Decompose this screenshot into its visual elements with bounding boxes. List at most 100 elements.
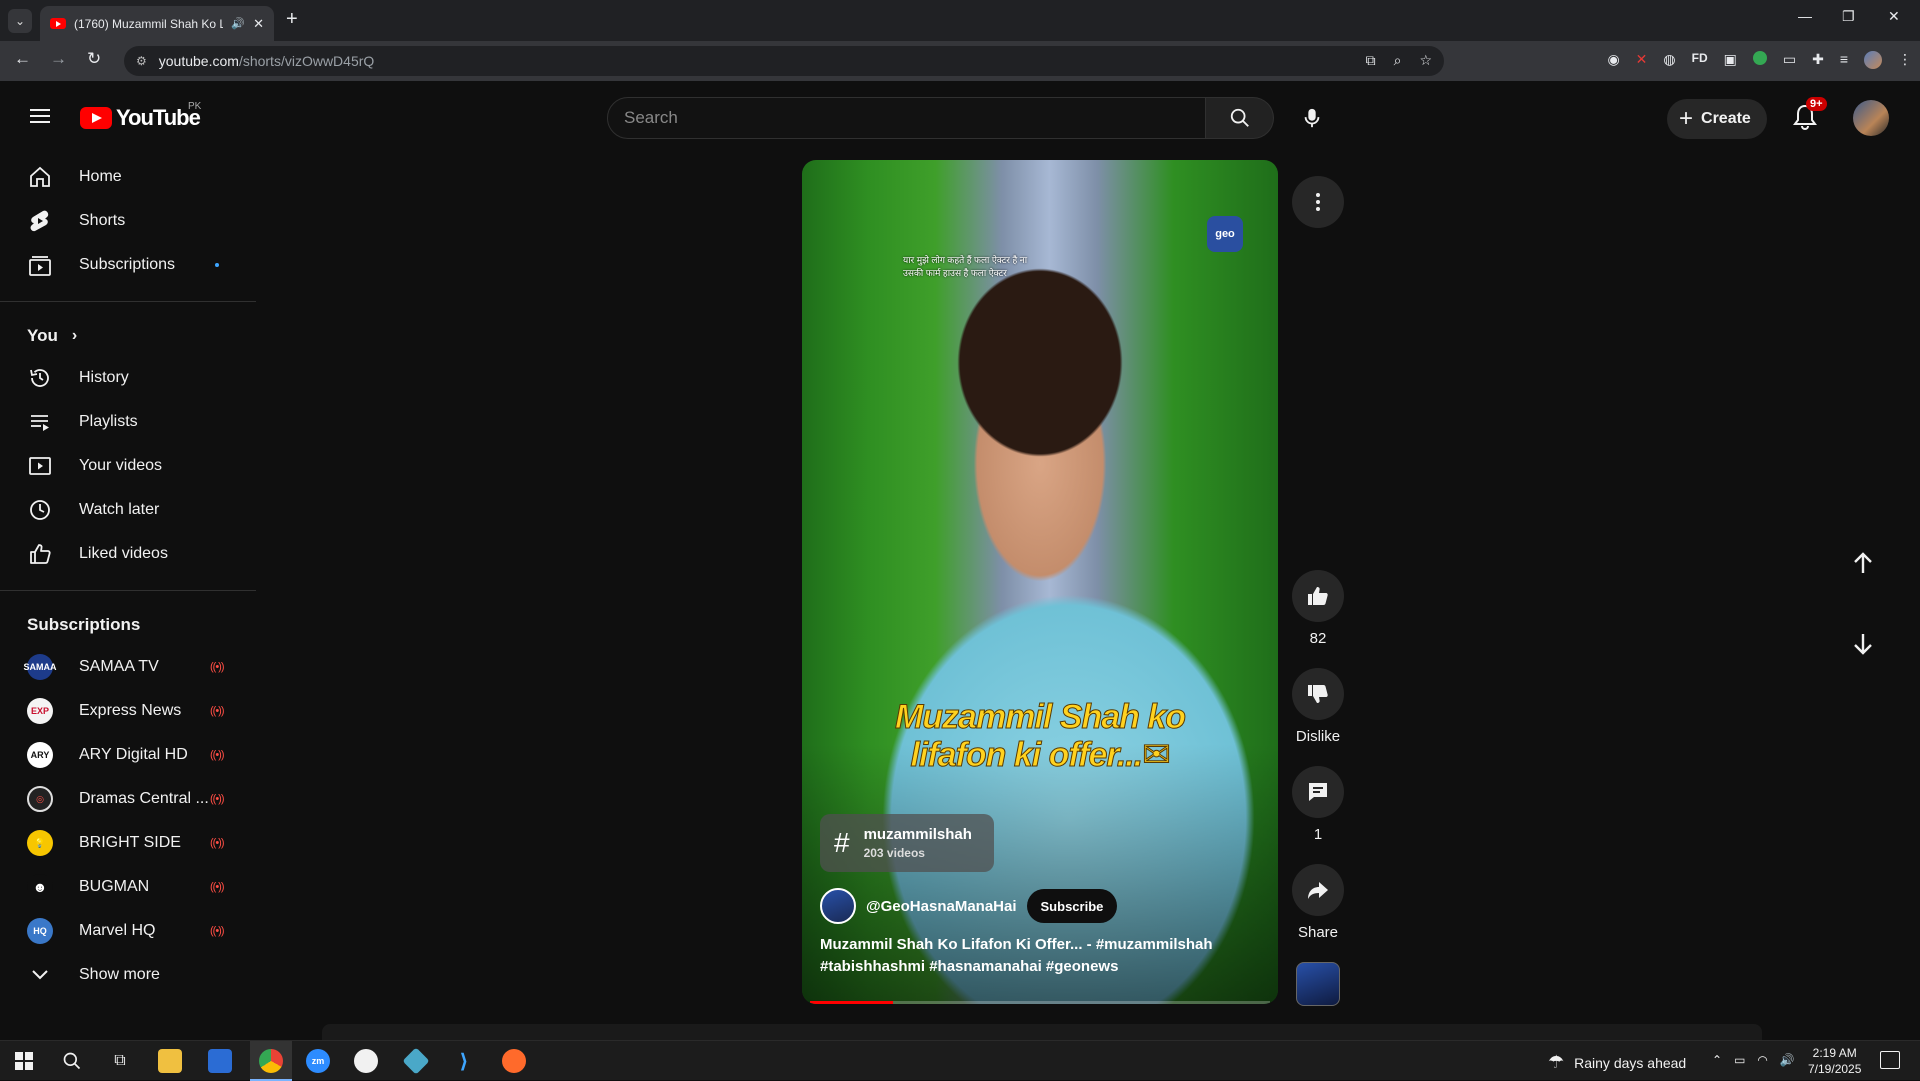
sidebar-channel-ary-digital[interactable]: ARY ARY Digital HD ((•))	[0, 733, 256, 777]
browser-tab[interactable]: (1760) Muzammil Shah Ko Lifafon Ki Offer…	[40, 6, 274, 41]
reload-icon[interactable]: ↻	[87, 49, 101, 69]
chrome-menu-icon[interactable]: ⋮	[1898, 51, 1912, 69]
zoom-icon[interactable]: ⌕	[1394, 52, 1402, 69]
search-input[interactable]	[607, 97, 1206, 139]
share-icon	[1308, 882, 1328, 899]
search-button[interactable]	[1206, 97, 1274, 139]
extension-globe-icon[interactable]: ◍	[1663, 51, 1675, 69]
tab-search-button[interactable]: ⌄	[8, 9, 32, 33]
clock-date: 7/19/2025	[1808, 1062, 1862, 1076]
notifications-button[interactable]: 9+	[1792, 97, 1827, 133]
bookmark-star-icon[interactable]: ☆	[1419, 52, 1432, 69]
app-diamond-icon[interactable]	[402, 1047, 430, 1075]
umbrella-rain-icon: ☂	[1548, 1052, 1565, 1072]
sidebar-channel-bright-side[interactable]: 💡 BRIGHT SIDE ((•))	[0, 821, 256, 865]
app-orange-icon[interactable]	[502, 1049, 526, 1073]
new-tab-button[interactable]: +	[286, 8, 298, 31]
sidebar-item-shorts[interactable]: Shorts	[0, 199, 256, 243]
sidebar-channel-dramas-central[interactable]: ◎ Dramas Central ... ((•))	[0, 777, 256, 821]
media-controls-icon[interactable]: ≡	[1840, 51, 1848, 69]
sidebar-item-playlists[interactable]: Playlists	[0, 400, 256, 444]
create-button[interactable]: + Create	[1667, 99, 1767, 139]
share-button[interactable]	[1292, 864, 1344, 916]
forward-icon[interactable]: →	[50, 49, 67, 69]
tab-close-icon[interactable]: ✕	[253, 16, 264, 32]
install-app-icon[interactable]: ⧉	[1366, 52, 1376, 69]
sidebar-item-history[interactable]: History	[0, 356, 256, 400]
progress-bar[interactable]	[810, 1001, 1270, 1004]
sidebar-item-label: Watch later	[79, 501, 160, 518]
hashtag-name: muzammilshah	[863, 826, 972, 843]
chrome-profile-avatar[interactable]	[1864, 51, 1882, 69]
extension-cast-icon[interactable]: ▭	[1783, 51, 1796, 69]
dislike-button[interactable]	[1292, 668, 1344, 720]
notification-center-icon[interactable]	[1880, 1051, 1900, 1069]
weather-widget[interactable]: ☂ Rainy days ahead	[1548, 1052, 1686, 1073]
account-avatar[interactable]	[1853, 100, 1889, 136]
extension-glasses-icon[interactable]: ◉	[1607, 51, 1619, 69]
microsoft-store-icon[interactable]	[208, 1049, 232, 1073]
sidebar-item-subscriptions[interactable]: Subscriptions	[0, 243, 256, 287]
notifications-badge: 9+	[1806, 97, 1827, 111]
system-tray: ⌃ ▭ ◠ 🔊	[1712, 1053, 1795, 1067]
site-info-icon[interactable]: ⚙	[136, 54, 147, 68]
file-explorer-icon[interactable]	[158, 1049, 182, 1073]
sidebar-you-heading[interactable]: You ›	[0, 316, 256, 356]
channel-avatar[interactable]	[820, 888, 856, 924]
battery-icon[interactable]: ▭	[1734, 1053, 1745, 1067]
window-close-icon[interactable]: ✕	[1888, 8, 1900, 25]
sidebar-item-liked-videos[interactable]: Liked videos	[0, 532, 256, 576]
sidebar-show-more[interactable]: Show more	[0, 953, 256, 997]
volume-icon[interactable]: 🔊	[1780, 1053, 1795, 1067]
taskbar-clock[interactable]: 2:19 AM 7/19/2025	[1808, 1045, 1861, 1077]
restore-icon[interactable]: ❐	[1842, 8, 1855, 25]
comments-button[interactable]	[1292, 766, 1344, 818]
sidebar-channel-samaa-tv[interactable]: SAMAA SAMAA TV ((•))	[0, 645, 256, 689]
dislike-action: Dislike	[1292, 668, 1344, 745]
sidebar-channel-marvel-hq[interactable]: HQ Marvel HQ ((•))	[0, 909, 256, 953]
address-bar[interactable]: ⚙ youtube.com/shorts/vizOwwD45rQ ⧉ ⌕ ☆	[124, 46, 1444, 76]
subscribe-button[interactable]: Subscribe	[1026, 889, 1118, 923]
extensions-puzzle-icon[interactable]: ✚	[1812, 51, 1824, 69]
next-short-button[interactable]	[1846, 627, 1880, 661]
taskbar-search-button[interactable]	[60, 1049, 84, 1073]
sidebar-channel-express-news[interactable]: EXP Express News ((•))	[0, 689, 256, 733]
sidebar-item-your-videos[interactable]: Your videos	[0, 444, 256, 488]
show-more-label: Show more	[79, 966, 160, 983]
sidebar-channel-bugman[interactable]: ☻ BUGMAN ((•))	[0, 865, 256, 909]
channel-handle[interactable]: @GeoHasnaManaHai	[866, 898, 1017, 915]
tray-chevron-up-icon[interactable]: ⌃	[1712, 1053, 1722, 1067]
sidebar-divider	[0, 301, 256, 302]
tab-audio-icon[interactable]: 🔊	[231, 17, 245, 30]
voice-search-button[interactable]	[1292, 98, 1332, 138]
guide-menu-icon[interactable]	[30, 109, 50, 123]
sidebar-item-label: Shorts	[79, 212, 126, 229]
zoom-app-icon[interactable]: zm	[306, 1049, 330, 1073]
sidebar-item-home[interactable]: Home	[0, 155, 256, 199]
shorts-video-player[interactable]: geo यार मुझे लोग कहते हैं फला ऐक्टर है न…	[802, 160, 1278, 1004]
extension-fd-icon[interactable]: FD	[1692, 51, 1708, 69]
vscode-icon[interactable]: ⟩	[452, 1049, 476, 1073]
windows-start-button[interactable]	[12, 1049, 36, 1073]
like-button[interactable]	[1292, 570, 1344, 622]
subscriptions-icon	[29, 256, 51, 276]
extension-x-icon[interactable]: ✕	[1636, 51, 1648, 69]
youtube-logo[interactable]: YouTube	[80, 105, 201, 131]
audio-source-thumbnail[interactable]	[1296, 962, 1340, 1006]
chrome-taskbar-icon[interactable]	[259, 1049, 283, 1073]
video-description[interactable]: Muzammil Shah Ko Lifafon Ki Offer... - #…	[820, 934, 1240, 978]
channel-avatar: ARY	[27, 742, 53, 768]
previous-short-button[interactable]	[1846, 546, 1880, 580]
task-view-icon[interactable]: ⧉	[108, 1049, 132, 1073]
like-count: 82	[1309, 630, 1327, 647]
sidebar-item-label: ARY Digital HD	[79, 746, 188, 763]
app-leaf-icon[interactable]	[354, 1049, 378, 1073]
sidebar-item-watch-later[interactable]: Watch later	[0, 488, 256, 532]
minimize-icon[interactable]: —	[1798, 8, 1812, 24]
extension-badge-icon[interactable]: ▣	[1724, 51, 1737, 69]
more-actions-button[interactable]	[1292, 176, 1344, 228]
extension-green-icon[interactable]	[1752, 51, 1767, 65]
wifi-icon[interactable]: ◠	[1757, 1053, 1767, 1067]
back-icon[interactable]: ←	[14, 49, 31, 69]
hashtag-chip[interactable]: # muzammilshah 203 videos	[820, 814, 994, 872]
